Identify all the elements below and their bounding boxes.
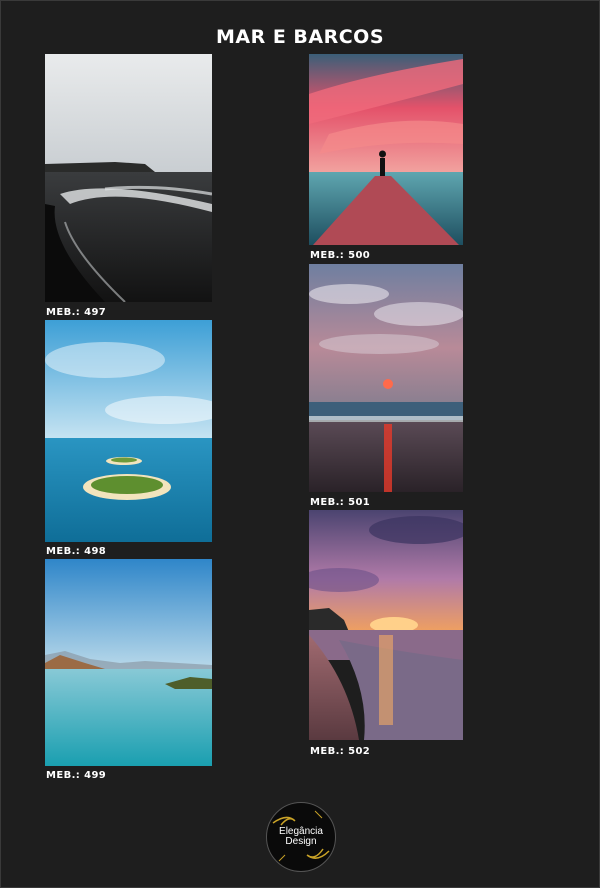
caption-meb-499: MEB.: 499 (46, 770, 107, 781)
photo-meb-500 (309, 54, 463, 245)
logo-line-2: Design (285, 836, 317, 847)
photo-meb-501 (309, 264, 463, 492)
caption-meb-498: MEB.: 498 (46, 546, 107, 557)
page-title: MAR E BARCOS (215, 26, 385, 48)
caption-meb-502: MEB.: 502 (310, 746, 371, 757)
photo-meb-499 (45, 559, 212, 766)
brand-logo: Elegância Design (266, 802, 336, 872)
caption-meb-500: MEB.: 500 (310, 250, 371, 261)
photo-meb-497 (45, 54, 212, 302)
photo-meb-498 (45, 320, 212, 542)
caption-meb-501: MEB.: 501 (310, 497, 371, 508)
caption-meb-497: MEB.: 497 (46, 307, 107, 318)
photo-meb-502 (309, 510, 463, 740)
